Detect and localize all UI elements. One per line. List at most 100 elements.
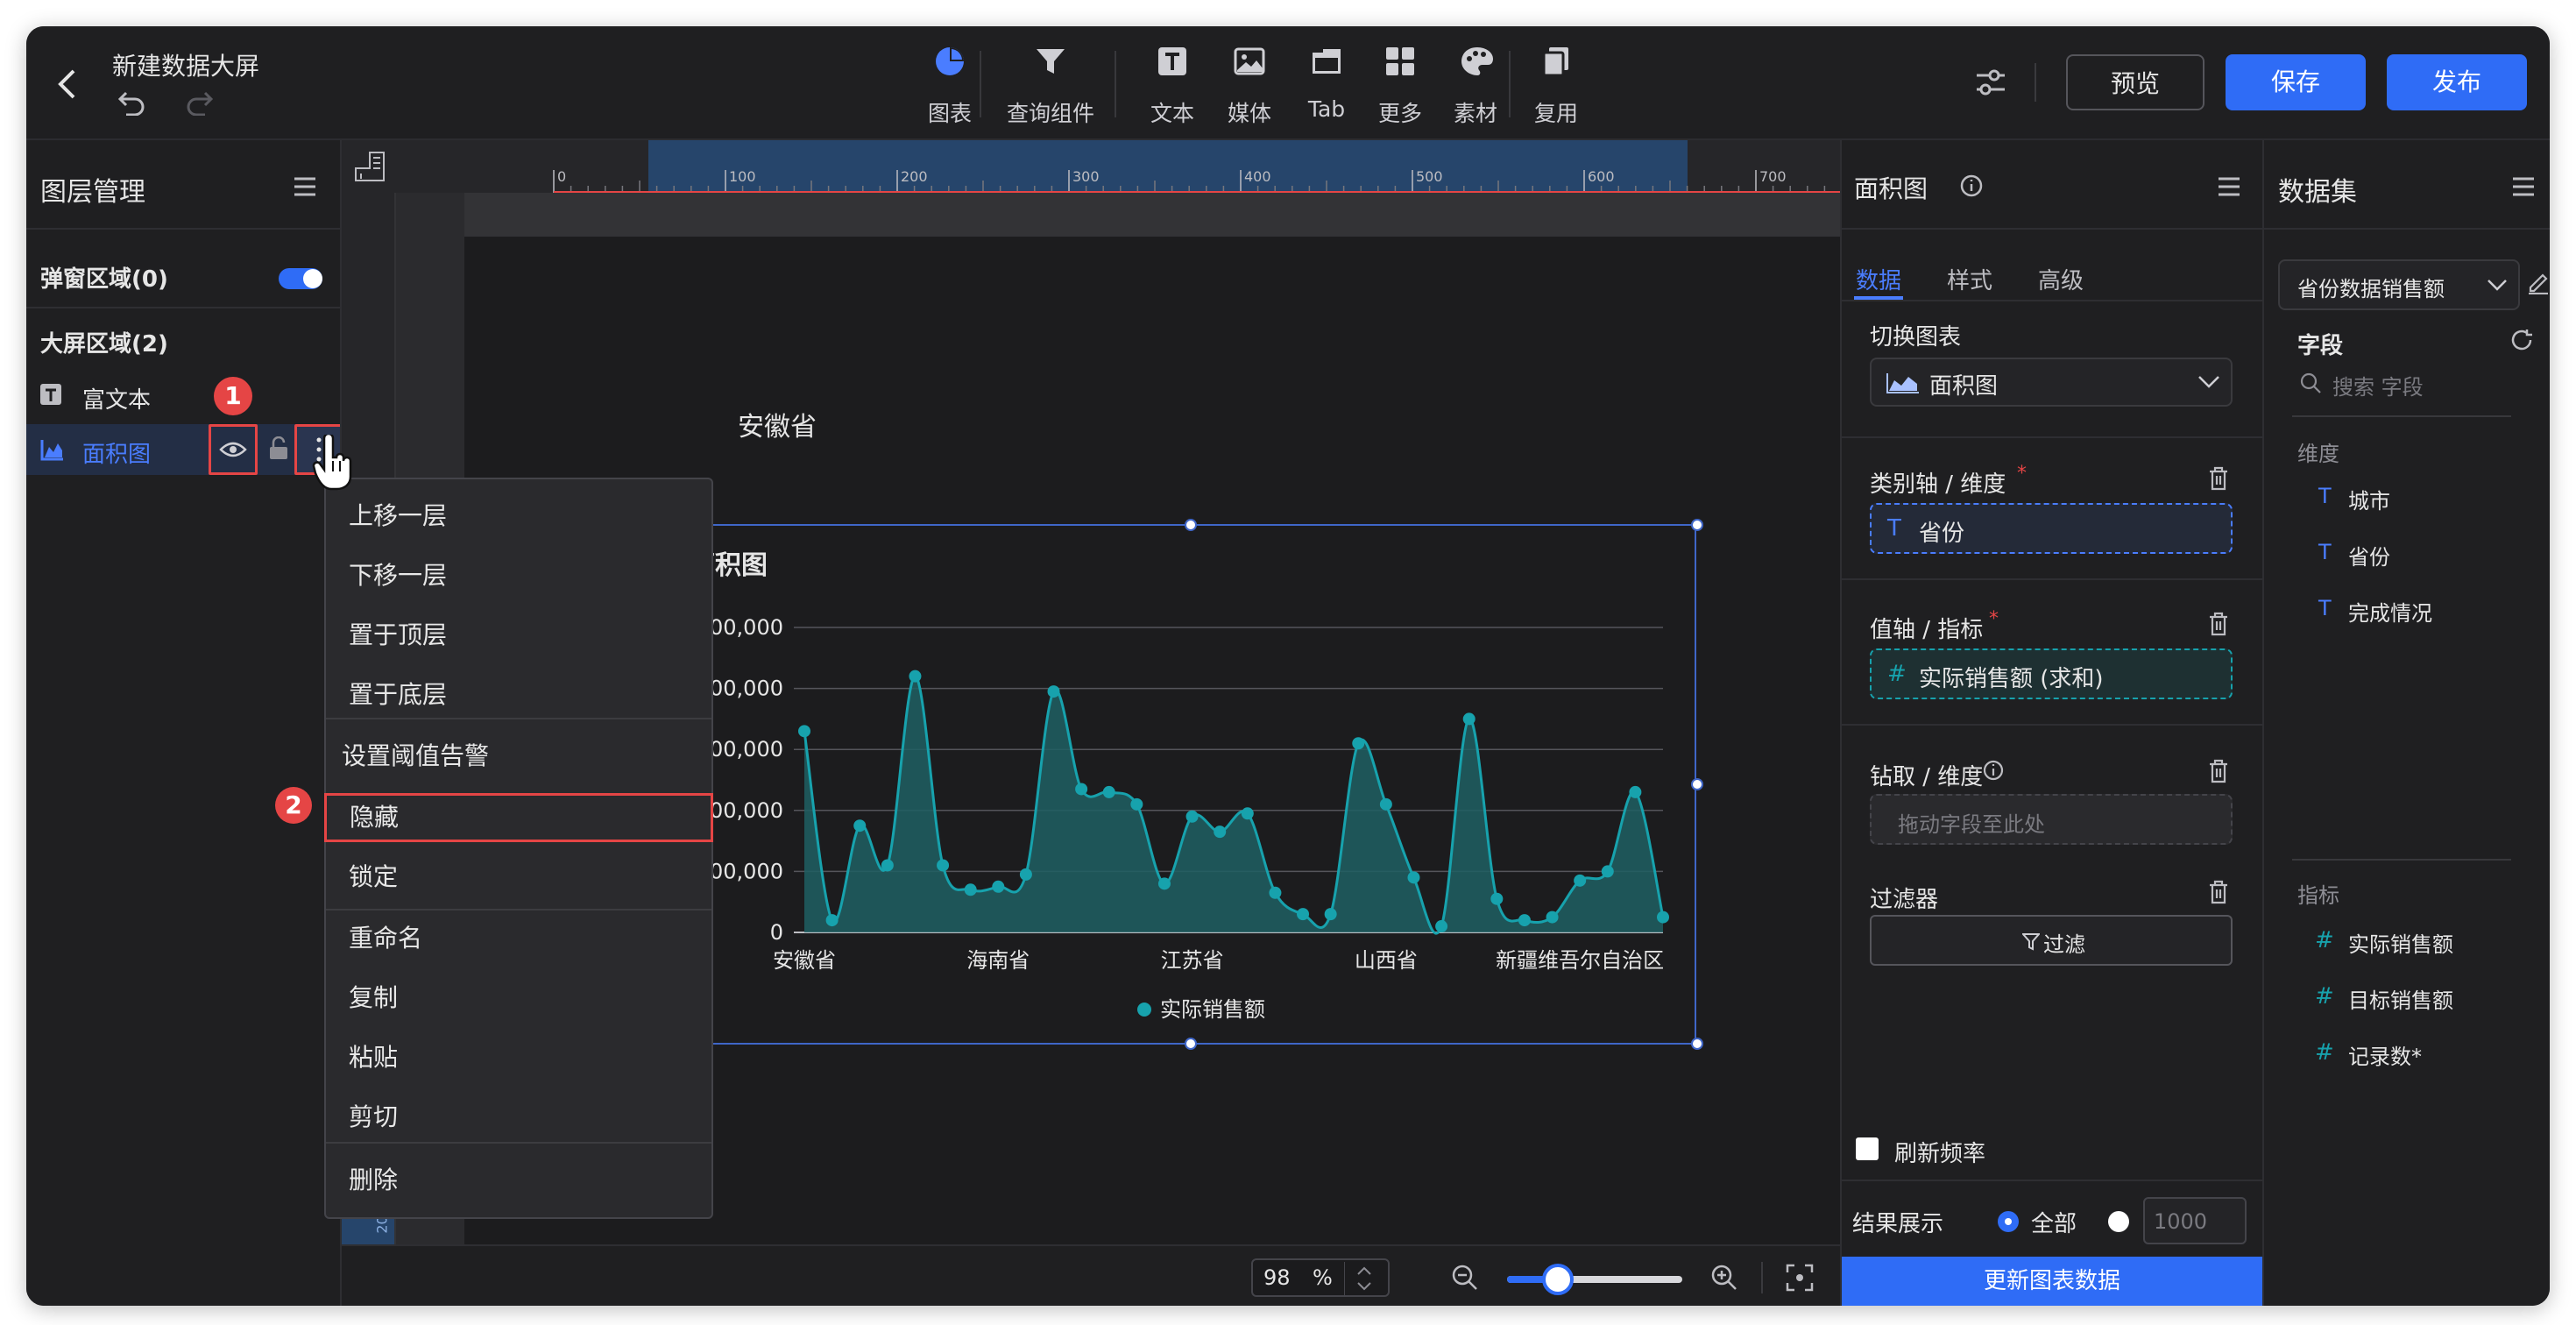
save-button[interactable]: 保存 [2226,54,2366,110]
tool-media[interactable]: 媒体 [1207,42,1292,130]
data-point[interactable] [1352,737,1365,750]
tool-assets[interactable]: 素材 [1433,42,1518,130]
data-point[interactable] [825,914,839,927]
zoom-slider[interactable] [1507,1264,1682,1295]
data-point[interactable] [1462,712,1476,726]
tool-reuse[interactable]: 复用 [1514,42,1598,130]
menu-item[interactable]: 删除 [326,1151,711,1210]
dimension-field[interactable]: 省份 [2348,540,2390,570]
menu-item[interactable]: 剪切 [326,1088,711,1147]
update-chart-button[interactable]: 更新图表数据 [1842,1257,2262,1306]
data-point[interactable] [1490,892,1504,905]
data-point[interactable] [1601,865,1614,878]
data-point[interactable] [881,859,894,872]
data-point[interactable] [1185,810,1199,823]
menu-item[interactable]: 重命名 [326,909,711,968]
tab-data[interactable]: 数据 [1856,263,1901,295]
data-point[interactable] [1546,910,1559,924]
data-point[interactable] [798,725,810,738]
data-point[interactable] [1379,797,1392,811]
stepper-icon[interactable] [1344,1262,1384,1295]
undo-icon[interactable] [117,89,147,116]
trash-icon[interactable] [2208,612,2229,636]
settings-sliders-icon[interactable] [1973,67,2008,98]
data-point[interactable] [1297,908,1310,921]
value-field-slot[interactable]: # 实际销售额 (求和) [1870,648,2233,699]
dimension-field[interactable]: 完成情况 [2348,596,2432,627]
legend-label[interactable]: 实际销售额 [1160,997,1265,1022]
tab-style[interactable]: 样式 [1947,263,1992,295]
menu-icon[interactable] [293,175,317,198]
edit-icon[interactable] [2527,270,2550,294]
menu-item[interactable]: 粘贴 [326,1028,711,1088]
data-point[interactable] [964,883,977,896]
radio-all[interactable] [1998,1211,2019,1232]
zoom-slider-knob[interactable] [1542,1264,1575,1295]
tool-query[interactable]: 查询组件 [1002,42,1099,130]
info-icon[interactable] [1982,759,2005,782]
menu-item[interactable]: 锁定 [326,847,711,907]
tool-more[interactable]: 更多 [1358,42,1442,130]
data-point[interactable] [1047,685,1060,698]
menu-icon[interactable] [2217,175,2241,198]
redo-icon[interactable] [184,89,214,116]
field-search-input[interactable]: 搜索 字段 [2332,370,2424,400]
data-point[interactable] [1075,783,1088,796]
area-chart-widget[interactable]: 面积图 010,000,00020,000,00030,000,00040,00… [683,524,1696,1045]
menu-item[interactable]: 设置阈值告警 [326,726,711,786]
layer-item-area-chart[interactable]: 面积图 [26,424,343,475]
popup-area-toggle[interactable] [279,268,322,289]
resize-handle[interactable] [1691,1038,1703,1050]
publish-button[interactable]: 发布 [2387,54,2527,110]
fit-screen-icon[interactable] [1786,1264,1814,1292]
measure-field[interactable]: 目标销售额 [2348,983,2453,1014]
preview-button[interactable]: 预览 [2066,54,2204,110]
data-point[interactable] [1574,874,1587,887]
data-point[interactable] [992,880,1005,893]
tab-advanced[interactable]: 高级 [2038,263,2084,295]
menu-item[interactable]: 上移一层 [326,486,711,546]
data-point[interactable] [1157,877,1171,890]
data-point[interactable] [1130,797,1143,811]
refresh-icon[interactable] [2509,328,2534,352]
chart-type-select[interactable]: 面积图 [1870,358,2233,407]
menu-item[interactable]: 下移一层 [326,546,711,606]
resize-handle[interactable] [1185,519,1197,531]
menu-item[interactable]: 复制 [326,968,711,1028]
filter-button[interactable]: 过滤 [1870,915,2233,966]
info-icon[interactable] [1959,174,1984,198]
data-point[interactable] [909,670,922,683]
trash-icon[interactable] [2208,880,2229,904]
menu-item[interactable]: 置于顶层 [326,606,711,665]
data-point[interactable] [1269,886,1282,899]
refresh-checkbox[interactable] [1856,1137,1879,1160]
resize-handle[interactable] [1691,778,1703,790]
data-point[interactable] [1241,807,1254,820]
menu-item[interactable]: 置于底层 [326,665,711,725]
data-point[interactable] [1324,908,1337,921]
measure-field[interactable]: 实际销售额 [2348,927,2453,958]
trash-icon[interactable] [2208,759,2229,783]
resize-handle[interactable] [1691,519,1703,531]
radio-limit[interactable] [2108,1211,2129,1232]
measure-field[interactable]: 记录数* [2348,1039,2422,1070]
trash-icon[interactable] [2208,466,2229,491]
rich-text-element[interactable]: 安徽省 [738,405,817,443]
tool-tab[interactable]: Tab [1284,42,1369,130]
menu-item-hide[interactable]: 隐藏 [324,793,713,842]
data-point[interactable] [1518,914,1531,927]
zoom-out-icon[interactable] [1451,1264,1479,1292]
data-point[interactable] [1019,868,1032,881]
layer-item-richtext[interactable]: 富文本 [26,372,340,421]
tool-text[interactable]: 文本 [1130,42,1214,130]
menu-icon[interactable] [2511,175,2536,198]
zoom-input[interactable]: 98 % [1251,1258,1390,1297]
data-point[interactable] [1435,920,1448,933]
zoom-in-icon[interactable] [1710,1264,1738,1292]
data-point[interactable] [937,859,950,872]
eye-icon[interactable] [219,440,247,459]
data-point[interactable] [853,819,867,833]
drill-field-slot[interactable]: 拖动字段至此处 [1870,794,2233,845]
resize-handle[interactable] [1185,1038,1197,1050]
data-point[interactable] [1407,871,1420,884]
